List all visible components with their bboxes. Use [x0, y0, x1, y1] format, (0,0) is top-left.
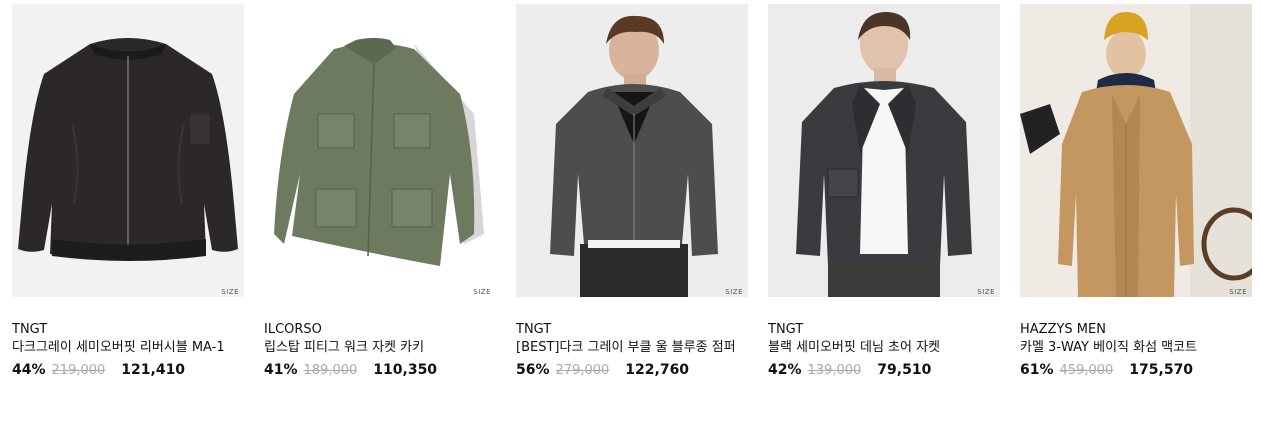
original-price: 459,000	[1059, 363, 1114, 378]
product-brand[interactable]: HAZZYS MEN	[1020, 321, 1252, 338]
product-info[interactable]: TNGT 블랙 세미오버핏 데님 초어 자켓 42% 139,000 79,51…	[768, 297, 1000, 378]
product-brand[interactable]: ILCORSO	[264, 321, 496, 338]
product-name[interactable]: 다크그레이 세미오버핏 리버시블 MA-1	[12, 339, 244, 357]
product-card[interactable]: SIZE TNGT 블랙 세미오버핏 데님 초어 자켓 42% 139,000 …	[768, 4, 1000, 378]
price-row: 41% 189,000 110,350	[264, 362, 496, 378]
product-info[interactable]: HAZZYS MEN 카멜 3-WAY 베이직 화섬 맥코트 61% 459,0…	[1020, 297, 1252, 378]
size-label: SIZE	[473, 288, 491, 296]
discount-rate: 44%	[12, 362, 46, 378]
product-image[interactable]: SIZE	[768, 4, 1000, 297]
sale-price: 79,510	[877, 362, 932, 378]
product-name[interactable]: 블랙 세미오버핏 데님 초어 자켓	[768, 339, 1000, 357]
original-price: 219,000	[51, 363, 106, 378]
discount-rate: 56%	[516, 362, 550, 378]
original-price: 279,000	[555, 363, 610, 378]
original-price: 189,000	[303, 363, 358, 378]
product-brand[interactable]: TNGT	[768, 321, 1000, 338]
product-card[interactable]: SIZE ILCORSO 립스탑 피티그 워크 자켓 카키 41% 189,00…	[264, 4, 496, 378]
discount-rate: 42%	[768, 362, 802, 378]
size-label: SIZE	[725, 288, 743, 296]
product-image[interactable]: SIZE	[264, 4, 496, 297]
product-name[interactable]: 립스탑 피티그 워크 자켓 카키	[264, 339, 496, 357]
price-row: 44% 219,000 121,410	[12, 362, 244, 378]
product-brand[interactable]: TNGT	[12, 321, 244, 338]
product-card[interactable]: SIZE HAZZYS MEN 카멜 3-WAY 베이직 화섬 맥코트 61% …	[1020, 4, 1252, 378]
sale-price: 110,350	[373, 362, 438, 378]
original-price: 139,000	[807, 363, 862, 378]
product-image[interactable]: SIZE	[516, 4, 748, 297]
product-card[interactable]: SIZE TNGT 다크그레이 세미오버핏 리버시블 MA-1 44% 219,…	[12, 4, 244, 378]
sale-price: 175,570	[1129, 362, 1194, 378]
discount-rate: 41%	[264, 362, 298, 378]
product-info[interactable]: TNGT 다크그레이 세미오버핏 리버시블 MA-1 44% 219,000 1…	[12, 297, 244, 378]
price-row: 61% 459,000 175,570	[1020, 362, 1252, 378]
product-image[interactable]: SIZE	[12, 4, 244, 297]
sale-price: 122,760	[625, 362, 690, 378]
product-info[interactable]: ILCORSO 립스탑 피티그 워크 자켓 카키 41% 189,000 110…	[264, 297, 496, 378]
size-label: SIZE	[221, 288, 239, 296]
product-image[interactable]: SIZE	[1020, 4, 1252, 297]
price-row: 56% 279,000 122,760	[516, 362, 748, 378]
product-info[interactable]: TNGT [BEST]다크 그레이 부클 울 블루종 점퍼 56% 279,00…	[516, 297, 748, 378]
product-card[interactable]: SIZE TNGT [BEST]다크 그레이 부클 울 블루종 점퍼 56% 2…	[516, 4, 748, 378]
product-grid: SIZE TNGT 다크그레이 세미오버핏 리버시블 MA-1 44% 219,…	[0, 0, 1261, 434]
product-brand[interactable]: TNGT	[516, 321, 748, 338]
product-name[interactable]: 카멜 3-WAY 베이직 화섬 맥코트	[1020, 339, 1252, 357]
sale-price: 121,410	[121, 362, 186, 378]
price-row: 42% 139,000 79,510	[768, 362, 1000, 378]
size-label: SIZE	[977, 288, 995, 296]
size-label: SIZE	[1229, 288, 1247, 296]
product-name[interactable]: [BEST]다크 그레이 부클 울 블루종 점퍼	[516, 339, 748, 357]
discount-rate: 61%	[1020, 362, 1054, 378]
